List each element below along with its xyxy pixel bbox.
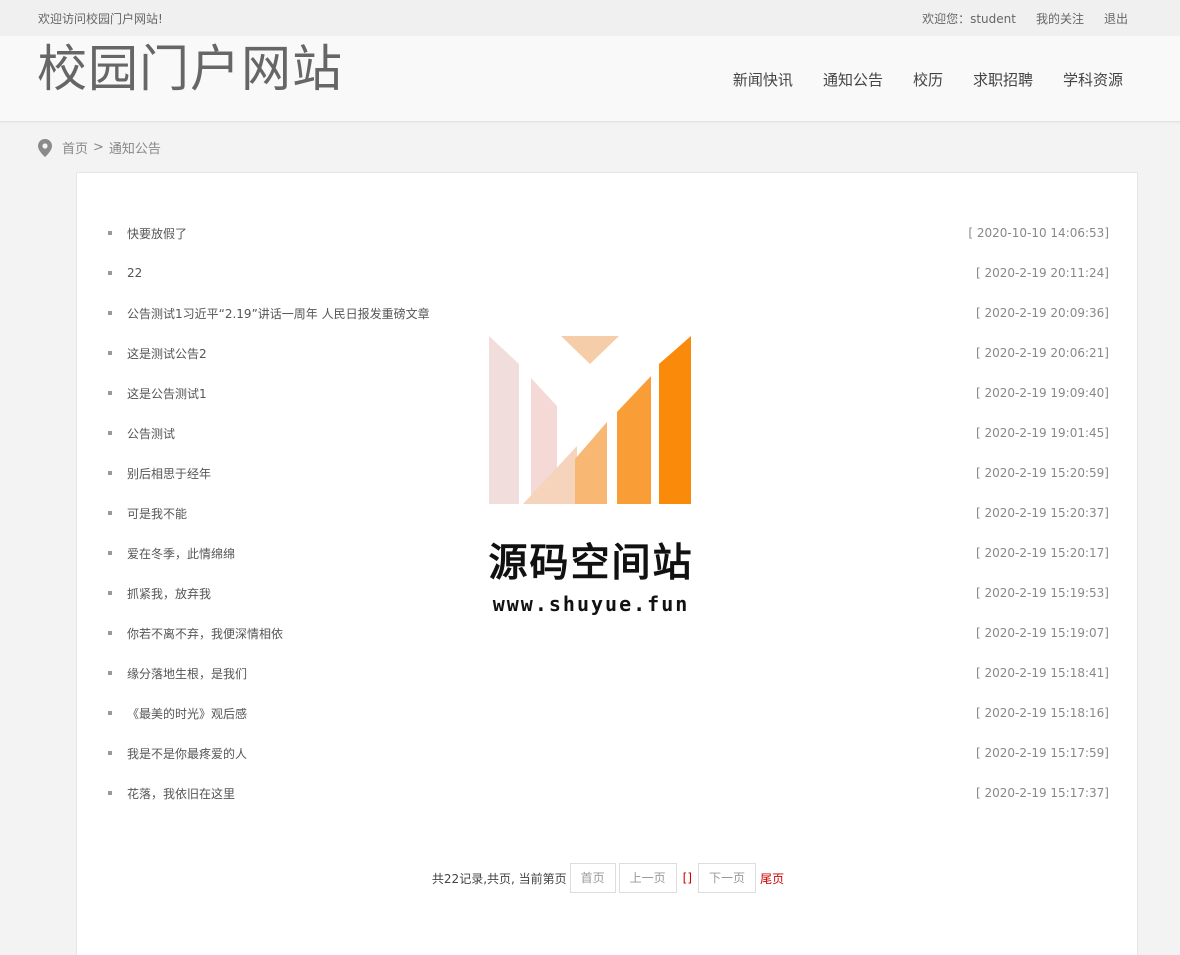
pager-last-link[interactable]: 尾页 [760, 870, 784, 887]
notice-title[interactable]: 快要放假了 [127, 225, 968, 242]
nav-item-calendar[interactable]: 校历 [913, 69, 943, 90]
list-item[interactable]: 这是公告测试1[ 2020-2-19 19:09:40] [105, 373, 1109, 413]
notice-title[interactable]: 可是我不能 [127, 505, 976, 522]
notice-date: [ 2020-10-10 14:06:53] [968, 226, 1109, 240]
list-item[interactable]: 缘分落地生根，是我们[ 2020-2-19 15:18:41] [105, 653, 1109, 693]
notice-title[interactable]: 《最美的时光》观后感 [127, 705, 976, 722]
notice-panel: 快要放假了[ 2020-10-10 14:06:53] 22[ 2020-2-19… [76, 172, 1138, 955]
my-follow-link[interactable]: 我的关注 [1036, 10, 1084, 27]
notice-date: [ 2020-2-19 20:06:21] [976, 346, 1109, 360]
map-pin-icon [38, 138, 52, 157]
site-title[interactable]: 校园门户网站 [37, 40, 343, 98]
list-item[interactable]: 我是不是你最疼爱的人[ 2020-2-19 15:17:59] [105, 733, 1109, 773]
list-item[interactable]: 你若不离不弃，我便深情相依[ 2020-2-19 15:19:07] [105, 613, 1109, 653]
notice-date: [ 2020-2-19 20:11:24] [976, 266, 1109, 280]
list-item[interactable]: 抓紧我，放弃我[ 2020-2-19 15:19:53] [105, 573, 1109, 613]
notice-title[interactable]: 公告测试1习近平“2.19”讲话一周年 人民日报发重磅文章 [127, 305, 976, 322]
site-header: 校园门户网站 新闻快讯 通知公告 校历 求职招聘 学科资源 [0, 36, 1180, 122]
notice-date: [ 2020-2-19 20:09:36] [976, 306, 1109, 320]
notice-date: [ 2020-2-19 19:01:45] [976, 426, 1109, 440]
list-item[interactable]: 公告测试1习近平“2.19”讲话一周年 人民日报发重磅文章[ 2020-2-19… [105, 293, 1109, 333]
notice-title[interactable]: 你若不离不弃，我便深情相依 [127, 625, 976, 642]
pager-prev-button[interactable]: 上一页 [618, 863, 677, 893]
notice-date: [ 2020-2-19 19:09:40] [976, 386, 1109, 400]
list-item[interactable]: 爱在冬季，此情绵绵[ 2020-2-19 15:20:17] [105, 533, 1109, 573]
list-item[interactable]: 可是我不能[ 2020-2-19 15:20:37] [105, 493, 1109, 533]
bullet-icon [108, 391, 112, 395]
nav-item-news[interactable]: 新闻快讯 [733, 69, 793, 90]
user-area: 欢迎您：student 我的关注 退出 [922, 10, 1128, 27]
top-bar: 欢迎访问校园门户网站! 欢迎您：student 我的关注 退出 [0, 0, 1180, 36]
bullet-icon [108, 231, 112, 235]
list-item[interactable]: 22[ 2020-2-19 20:11:24] [105, 253, 1109, 293]
logout-link[interactable]: 退出 [1104, 10, 1128, 27]
pager-next-button[interactable]: 下一页 [698, 863, 757, 893]
notice-date: [ 2020-2-19 15:17:59] [976, 746, 1109, 760]
bullet-icon [108, 551, 112, 555]
list-item[interactable]: 别后相思于经年[ 2020-2-19 15:20:59] [105, 453, 1109, 493]
pager-summary: 共22记录,共页, 当前第页 [431, 871, 567, 886]
breadcrumb-home[interactable]: 首页 [62, 138, 88, 157]
welcome-message: 欢迎访问校园门户网站! [38, 12, 163, 26]
notice-list: 快要放假了[ 2020-10-10 14:06:53] 22[ 2020-2-19… [105, 213, 1109, 813]
notice-title[interactable]: 爱在冬季，此情绵绵 [127, 545, 976, 562]
notice-date: [ 2020-2-19 15:20:59] [976, 466, 1109, 480]
main-nav: 新闻快讯 通知公告 校历 求职招聘 学科资源 [733, 69, 1123, 90]
notice-date: [ 2020-2-19 15:20:37] [976, 506, 1109, 520]
notice-title[interactable]: 我是不是你最疼爱的人 [127, 745, 976, 762]
pager-first-button[interactable]: 首页 [569, 863, 616, 893]
notice-title[interactable]: 别后相思于经年 [127, 465, 976, 482]
list-item[interactable]: 《最美的时光》观后感[ 2020-2-19 15:18:16] [105, 693, 1109, 733]
list-item[interactable]: 快要放假了[ 2020-10-10 14:06:53] [105, 213, 1109, 253]
list-item[interactable]: 花落，我依旧在这里[ 2020-2-19 15:17:37] [105, 773, 1109, 813]
breadcrumb-separator: > [93, 140, 104, 155]
breadcrumb-current: 通知公告 [108, 142, 161, 157]
bullet-icon [108, 351, 112, 355]
notice-date: [ 2020-2-19 15:19:07] [976, 626, 1109, 640]
bullet-icon [108, 431, 112, 435]
nav-item-jobs[interactable]: 求职招聘 [973, 69, 1033, 90]
notice-title[interactable]: 抓紧我，放弃我 [127, 585, 976, 602]
bullet-icon [108, 511, 112, 515]
bullet-icon [108, 711, 112, 715]
notice-date: [ 2020-2-19 15:19:53] [976, 586, 1109, 600]
notice-title[interactable]: 缘分落地生根，是我们 [127, 665, 976, 682]
pager-current-page: [] [682, 871, 693, 885]
pagination: 共22记录,共页, 当前第页 首页 上一页 [] 下一页 尾页 [77, 863, 1139, 893]
bullet-icon [108, 271, 112, 275]
notice-title[interactable]: 这是测试公告2 [127, 345, 976, 362]
list-item[interactable]: 公告测试[ 2020-2-19 19:01:45] [105, 413, 1109, 453]
notice-title[interactable]: 这是公告测试1 [127, 385, 976, 402]
user-greeting: 欢迎您：student [922, 12, 1016, 26]
notice-title[interactable]: 花落，我依旧在这里 [127, 785, 976, 802]
bullet-icon [108, 471, 112, 475]
bullet-icon [108, 311, 112, 315]
notice-date: [ 2020-2-19 15:17:37] [976, 786, 1109, 800]
notice-date: [ 2020-2-19 15:18:16] [976, 706, 1109, 720]
notice-title[interactable]: 22 [127, 266, 976, 280]
bullet-icon [108, 671, 112, 675]
list-item[interactable]: 这是测试公告2[ 2020-2-19 20:06:21] [105, 333, 1109, 373]
notice-title[interactable]: 公告测试 [127, 425, 976, 442]
bullet-icon [108, 631, 112, 635]
bullet-icon [108, 591, 112, 595]
notice-date: [ 2020-2-19 15:20:17] [976, 546, 1109, 560]
bullet-icon [108, 791, 112, 795]
nav-item-resources[interactable]: 学科资源 [1063, 69, 1123, 90]
bullet-icon [108, 751, 112, 755]
breadcrumb: 首页 > 通知公告 [38, 138, 161, 157]
notice-date: [ 2020-2-19 15:18:41] [976, 666, 1109, 680]
nav-item-notices[interactable]: 通知公告 [823, 69, 883, 90]
